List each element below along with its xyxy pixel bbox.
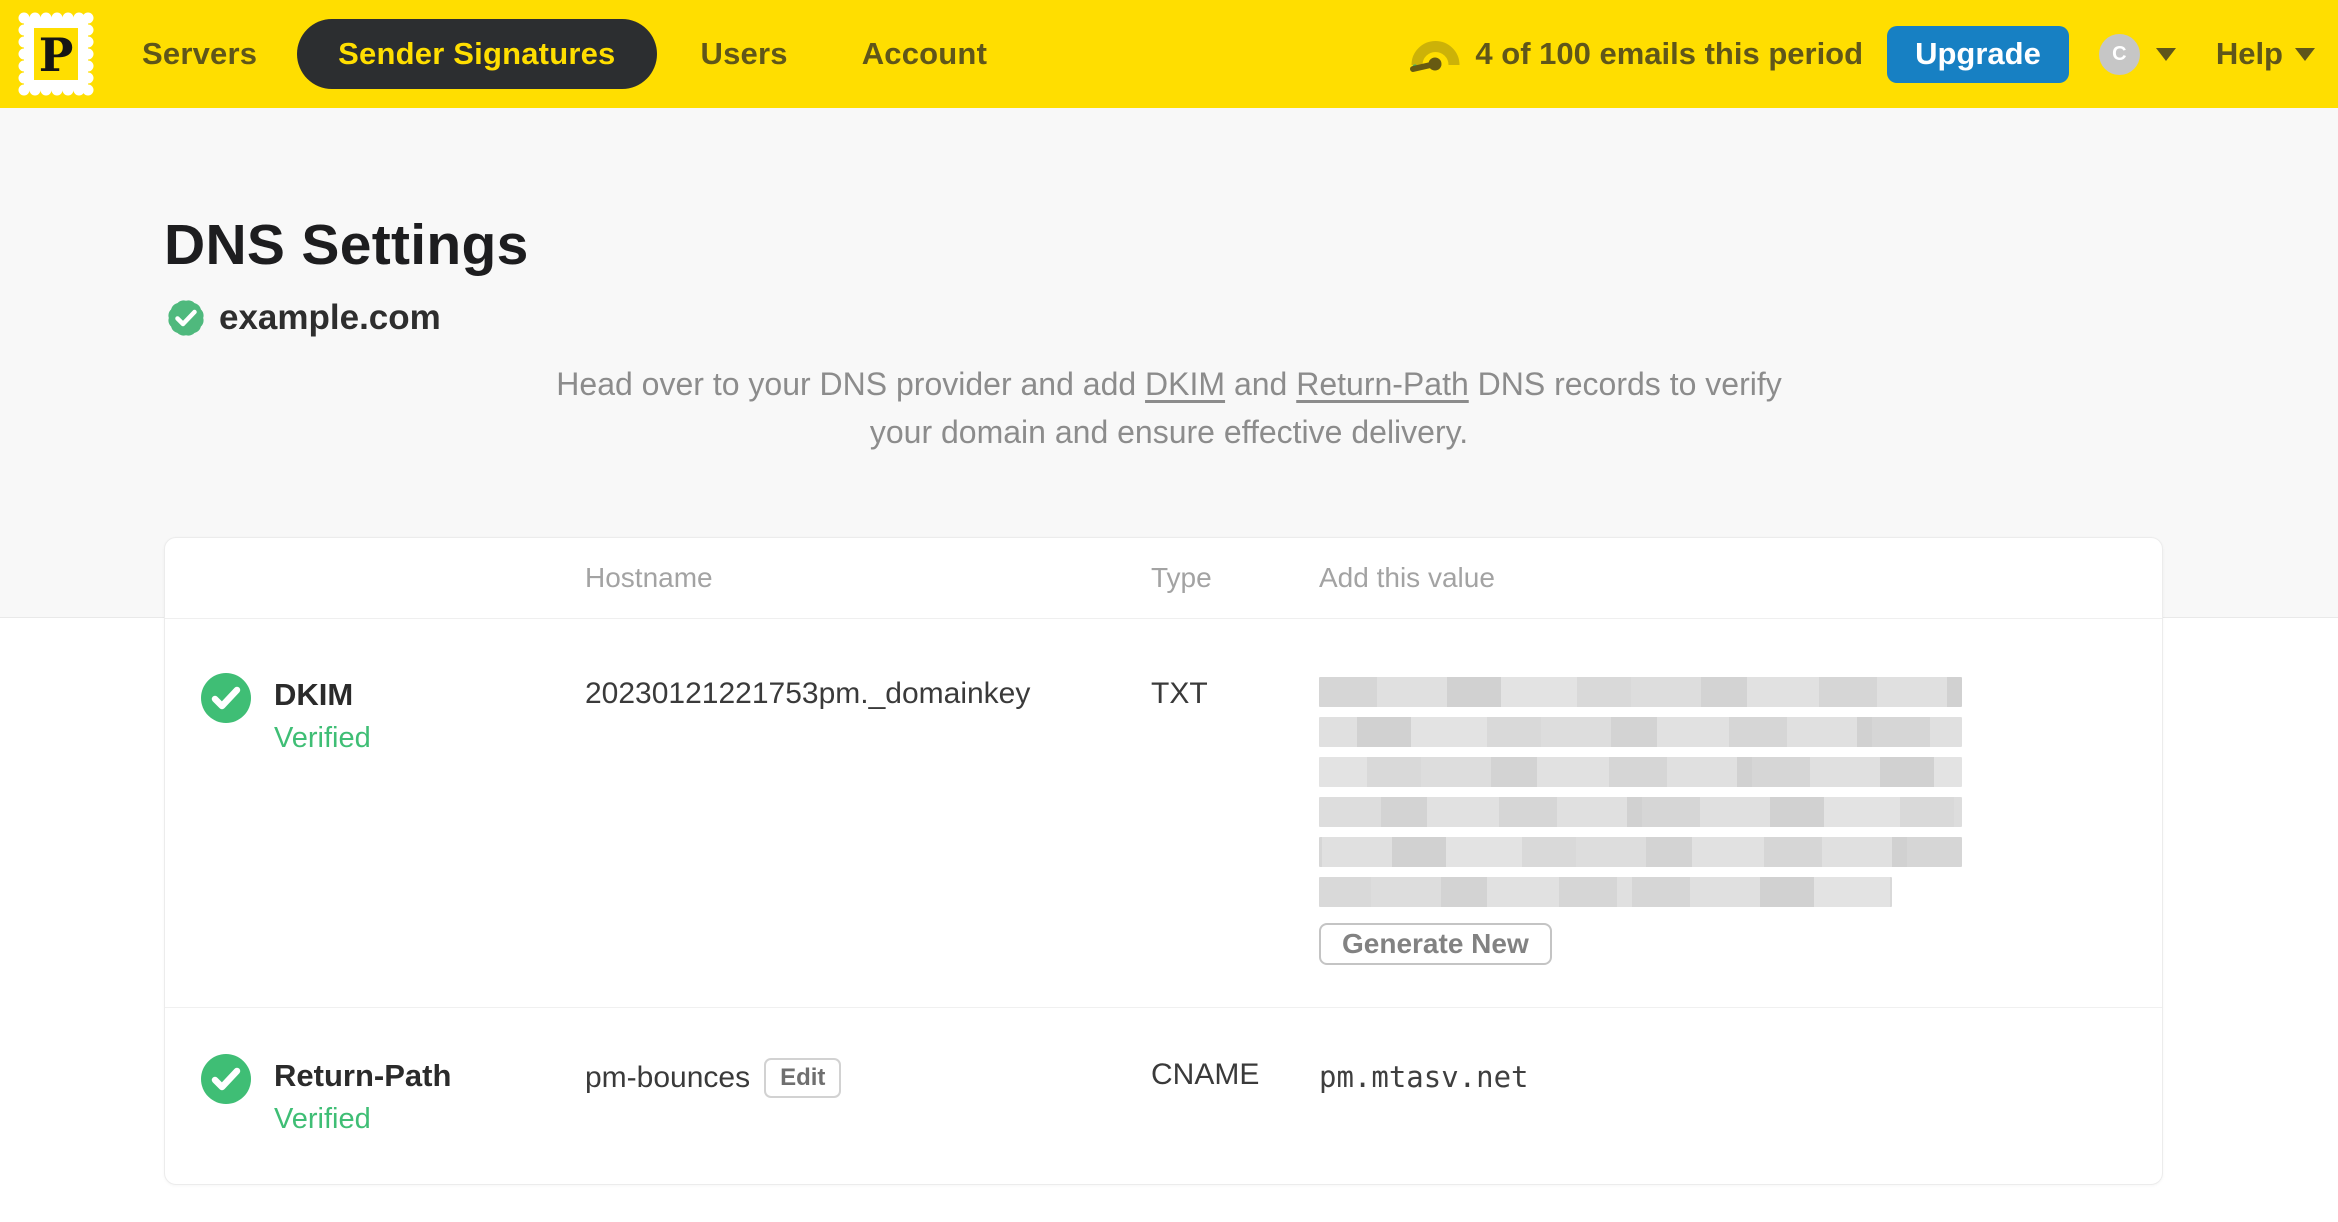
top-nav: P Servers Sender Signatures Users Accoun… xyxy=(0,0,2338,108)
return-path-hostname: pm-bounces xyxy=(585,1061,751,1094)
intro-text: Head over to your DNS provider and add D… xyxy=(0,360,2338,456)
return-path-hostname-cell: pm-bounces Edit xyxy=(585,1058,1151,1098)
nav-item-account[interactable]: Account xyxy=(862,36,987,72)
dkim-value-cell: Generate New xyxy=(1319,677,2162,965)
avatar[interactable]: C xyxy=(2098,33,2140,75)
domain-row: example.com xyxy=(164,296,441,340)
postmark-logo-icon[interactable]: P xyxy=(16,10,96,98)
page-title: DNS Settings xyxy=(164,213,529,277)
redacted-bar xyxy=(1319,677,1962,707)
svg-text:P: P xyxy=(39,28,74,82)
nav-item-servers[interactable]: Servers xyxy=(142,36,257,72)
dkim-hostname: 20230121221753pm._domainkey xyxy=(585,677,1031,710)
verified-check-icon xyxy=(201,673,251,723)
dkim-link[interactable]: DKIM xyxy=(1145,366,1225,402)
edit-button[interactable]: Edit xyxy=(764,1058,842,1098)
nav-links: Servers Sender Signatures Users Account xyxy=(142,19,987,89)
redacted-bar xyxy=(1319,877,1892,907)
usage-counter: 4 of 100 emails this period xyxy=(1475,36,1864,71)
help-label: Help xyxy=(2215,36,2283,71)
nav-item-sender-signatures[interactable]: Sender Signatures xyxy=(297,19,657,89)
chevron-down-icon xyxy=(2295,47,2315,61)
redacted-bar xyxy=(1319,797,1962,827)
status-badge: Verified xyxy=(274,1103,371,1135)
domain-name: example.com xyxy=(219,298,441,337)
verified-seal-icon xyxy=(168,300,204,336)
status-badge: Verified xyxy=(274,722,371,754)
redacted-bar xyxy=(1319,757,1962,787)
table-header-row: Hostname Type Add this value xyxy=(165,538,2162,619)
return-path-type: CNAME xyxy=(1151,1058,1260,1091)
redacted-dkim-value xyxy=(1319,677,1962,907)
return-path-status-cell: Return-Path Verified xyxy=(165,1054,585,1136)
dkim-status-cell: DKIM Verified xyxy=(165,673,585,755)
help-menu[interactable]: Help xyxy=(2216,36,2315,72)
column-header-value: Add this value xyxy=(1319,562,1495,593)
nav-right: 4 of 100 emails this period Upgrade C He… xyxy=(1409,25,2315,83)
redacted-bar xyxy=(1319,717,1962,747)
dns-records-card: Hostname Type Add this value DKIM Verifi… xyxy=(164,537,2163,1185)
account-menu[interactable]: C xyxy=(2098,33,2176,75)
return-path-value: pm.mtasv.net xyxy=(1319,1060,1529,1094)
generate-new-button[interactable]: Generate New xyxy=(1319,923,1552,965)
return-path-link[interactable]: Return-Path xyxy=(1296,366,1469,402)
verified-check-icon xyxy=(201,1054,251,1104)
chevron-down-icon xyxy=(2155,47,2176,61)
record-name: Return-Path xyxy=(274,1058,452,1093)
app-root: P Servers Sender Signatures Users Accoun… xyxy=(0,0,2338,1222)
table-row-return-path: Return-Path Verified pm-bounces Edit CNA… xyxy=(165,1008,2162,1184)
nav-item-users[interactable]: Users xyxy=(701,36,788,72)
record-name: DKIM xyxy=(274,677,354,712)
gauge-icon xyxy=(1410,41,1460,72)
redacted-bar xyxy=(1319,837,1962,867)
column-header-hostname: Hostname xyxy=(585,562,713,593)
intro-part1: Head over to your DNS provider and add xyxy=(556,366,1146,402)
intro-part2: and xyxy=(1225,366,1297,402)
table-row-dkim: DKIM Verified 20230121221753pm._domainke… xyxy=(165,619,2162,1008)
upgrade-button[interactable]: Upgrade xyxy=(1887,25,2069,83)
column-header-type: Type xyxy=(1151,562,1212,593)
dkim-type: TXT xyxy=(1151,677,1208,710)
